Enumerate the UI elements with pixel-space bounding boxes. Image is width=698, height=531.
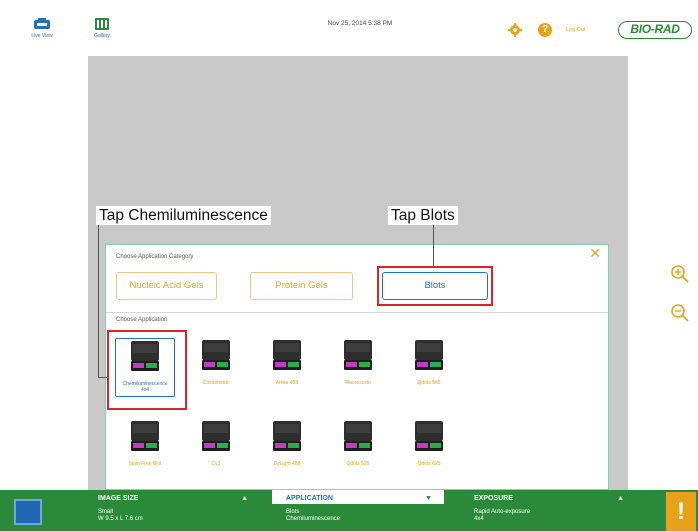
- image-thumbnail[interactable]: [14, 499, 42, 525]
- application-label: Cy3: [211, 461, 221, 467]
- logout-link[interactable]: Log Out: [566, 27, 586, 33]
- exposure-panel[interactable]: EXPOSURE ▲ Rapid Auto-exposure 4x4: [460, 490, 636, 531]
- gallery-icon: [95, 18, 109, 30]
- image-size-title: IMAGE SIZE: [98, 495, 139, 502]
- imager-icon: [344, 340, 372, 370]
- callout-line-chemi-vertical: [98, 225, 99, 377]
- application-item[interactable]: Stain Free Blot: [115, 419, 175, 470]
- application-item[interactable]: Qdots 565: [399, 338, 459, 389]
- imager-app: Live View Gallery Nov 25, 2014 5:38 PM ?…: [0, 0, 698, 531]
- application-label: Stain Free Blot: [128, 461, 162, 467]
- close-icon[interactable]: ✕: [589, 246, 601, 260]
- highlight-blots-box: [377, 266, 493, 306]
- image-size-panel[interactable]: IMAGE SIZE ▲ Small W 9.5 x L 7.6 cm: [84, 490, 260, 531]
- application-item[interactable]: Colorimetric: [186, 338, 246, 389]
- application-item[interactable]: Cy3: [186, 419, 246, 470]
- application-title: APPLICATION: [286, 495, 333, 502]
- category-heading: Choose Application Category: [116, 254, 194, 260]
- bottom-bar: IMAGE SIZE ▲ Small W 9.5 x L 7.6 cm APPLI…: [0, 490, 698, 531]
- imager-icon: [273, 421, 301, 451]
- datetime: Nov 25, 2014 5:38 PM: [327, 20, 393, 27]
- callout-line-blots: [433, 225, 434, 266]
- chevron-up-icon[interactable]: ▲: [241, 493, 248, 504]
- camera-icon: [34, 18, 50, 29]
- bio-rad-logo: BIO-RAD: [618, 21, 692, 39]
- highlight-chemi-box: [107, 330, 187, 410]
- top-nav: Live View Gallery Nov 25, 2014 5:38 PM ?…: [0, 0, 698, 56]
- gallery-label: Gallery: [94, 33, 110, 39]
- help-icon[interactable]: ?: [538, 23, 552, 37]
- imager-icon: [273, 340, 301, 370]
- application-label: Qdots 625: [417, 461, 441, 467]
- zoom-out-icon[interactable]: [670, 303, 690, 323]
- imager-icon: [202, 421, 230, 451]
- application-item[interactable]: Qdots 525: [328, 419, 388, 470]
- image-size-value: Small: [98, 509, 114, 515]
- gear-icon[interactable]: [508, 23, 522, 37]
- application-item[interactable]: DyLight 488: [257, 419, 317, 470]
- application-item[interactable]: Qdots 625: [399, 419, 459, 470]
- imager-icon: [344, 421, 372, 451]
- application-label: Colorimetric: [202, 380, 230, 386]
- category-protein-gels[interactable]: Protein Gels: [250, 272, 353, 300]
- application-panel[interactable]: APPLICATION ▼ Blots Chemiluminescence: [272, 490, 444, 531]
- exposure-sub-value: 4x4: [474, 516, 484, 522]
- application-item[interactable]: Fluorescein: [328, 338, 388, 389]
- imager-icon: [202, 340, 230, 370]
- callout-tap-chemiluminescence: Tap Chemiluminescence: [96, 206, 271, 225]
- alert-button[interactable]: !: [666, 492, 696, 531]
- application-dialog: ✕ Choose Application Category Nucleic Ac…: [105, 244, 609, 490]
- application-label: Qdots 525: [346, 461, 370, 467]
- application-value: Blots: [286, 509, 300, 515]
- application-label: Qdots 565: [417, 380, 441, 386]
- application-sub-value: Chemiluminescence: [286, 516, 341, 522]
- divider: [106, 312, 608, 313]
- zoom-in-icon[interactable]: [670, 264, 690, 284]
- callout-tap-blots: Tap Blots: [388, 206, 458, 225]
- application-label: DyLight 488: [273, 461, 301, 467]
- application-label: Alexa 488: [275, 380, 299, 386]
- imager-icon: [415, 421, 443, 451]
- chevron-down-icon[interactable]: ▼: [425, 493, 432, 504]
- exposure-value: Rapid Auto-exposure: [474, 509, 531, 515]
- application-label: Fluorescein: [345, 380, 371, 386]
- category-nucleic-acid-gels[interactable]: Nucleic Acid Gels: [116, 272, 217, 300]
- imager-icon: [415, 340, 443, 370]
- logo-text: BIO-RAD: [630, 22, 680, 36]
- application-heading: Choose Application: [116, 317, 168, 323]
- gallery-button[interactable]: Gallery: [80, 18, 124, 39]
- live-view-button[interactable]: Live View: [20, 18, 64, 39]
- image-size-dimensions: W 9.5 x L 7.6 cm: [98, 516, 143, 522]
- exposure-title: EXPOSURE: [474, 495, 513, 502]
- callout-line-chemi-horizontal: [98, 377, 108, 378]
- imager-icon: [131, 421, 159, 451]
- application-item[interactable]: Alexa 488: [257, 338, 317, 389]
- live-view-label: Live View: [31, 33, 53, 39]
- chevron-up-icon[interactable]: ▲: [617, 493, 624, 504]
